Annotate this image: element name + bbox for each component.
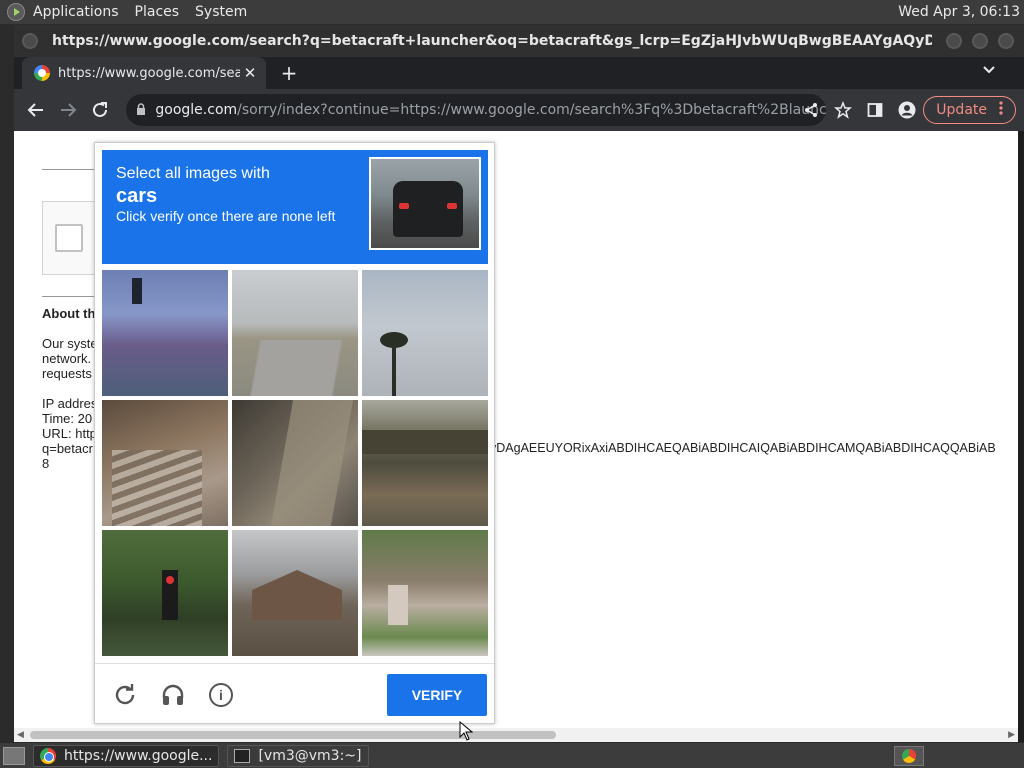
browser-toolbar: google.com/sorry/index?continue=https://… bbox=[14, 89, 1024, 131]
explanation-text: Our syste network. requests bbox=[42, 336, 98, 381]
url-line: URL: http bbox=[42, 426, 97, 441]
recaptcha-checkbox-card bbox=[42, 201, 102, 275]
image-tile-1[interactable] bbox=[102, 270, 228, 396]
recaptcha-checkbox[interactable] bbox=[55, 224, 83, 252]
image-grid bbox=[102, 270, 488, 656]
bookmark-star-icon[interactable] bbox=[827, 94, 859, 126]
address-bar[interactable]: google.com/sorry/index?continue=https://… bbox=[126, 94, 826, 126]
bottom-taskbar: https://www.google... [vm3@vm3:~] bbox=[0, 743, 1024, 768]
info-icon[interactable]: i bbox=[208, 682, 234, 708]
divider bbox=[42, 169, 102, 170]
image-tile-2[interactable] bbox=[232, 270, 358, 396]
tab-google-search[interactable]: https://www.google.com/sear ✕ bbox=[22, 57, 266, 89]
divider bbox=[42, 296, 102, 297]
challenge-header: Select all images with cars Click verify… bbox=[102, 150, 488, 264]
image-tile-9[interactable] bbox=[362, 530, 488, 656]
horizontal-scrollbar[interactable]: ◀ ▶ bbox=[14, 728, 1018, 742]
ip-address-line: IP addres bbox=[42, 396, 98, 411]
image-tile-7[interactable] bbox=[102, 530, 228, 656]
lock-icon[interactable] bbox=[126, 102, 155, 118]
menu-places[interactable]: Places bbox=[135, 4, 180, 20]
show-desktop-icon[interactable] bbox=[3, 746, 25, 765]
recaptcha-challenge: Select all images with cars Click verify… bbox=[94, 142, 495, 724]
workspace-switcher[interactable] bbox=[894, 746, 924, 766]
explanation-line: network. bbox=[42, 351, 92, 366]
url-query-line: q=betacr bbox=[42, 441, 93, 456]
update-label: Update bbox=[936, 102, 987, 118]
forward-arrow-icon[interactable] bbox=[52, 94, 84, 126]
about-heading: About th bbox=[42, 306, 96, 321]
instruction-subtext: Click verify once there are none left bbox=[116, 208, 336, 224]
image-tile-8[interactable] bbox=[232, 530, 358, 656]
share-icon[interactable] bbox=[795, 94, 827, 126]
image-tile-6[interactable] bbox=[362, 400, 488, 526]
window-titlebar: https://www.google.com/search?q=betacraf… bbox=[14, 25, 1024, 57]
window-edge bbox=[1018, 131, 1024, 742]
taskbar-item-terminal[interactable]: [vm3@vm3:~] bbox=[227, 744, 369, 767]
reload-challenge-icon[interactable] bbox=[112, 682, 138, 708]
headphones-audio-icon[interactable] bbox=[160, 682, 186, 708]
page-content: About th Our syste network. requests IP … bbox=[14, 131, 1018, 728]
image-tile-3[interactable] bbox=[362, 270, 488, 396]
chrome-tray-icon bbox=[902, 749, 916, 763]
maximize-button[interactable] bbox=[972, 33, 988, 49]
chrome-icon bbox=[40, 747, 56, 764]
request-details: IP addres Time: 20 URL: http q=betacr 8 bbox=[42, 396, 97, 471]
terminal-icon bbox=[234, 748, 251, 763]
sample-car-image bbox=[369, 157, 481, 250]
close-window-button[interactable] bbox=[998, 33, 1014, 49]
url-path: /sorry/index?continue=https://www.google… bbox=[237, 102, 826, 118]
menu-applications[interactable]: Applications bbox=[33, 4, 119, 20]
close-tab-icon[interactable]: ✕ bbox=[240, 64, 260, 82]
url-host: google.com bbox=[155, 102, 238, 118]
url-tail-line: 8 bbox=[42, 456, 50, 471]
tab-strip: https://www.google.com/sear ✕ + bbox=[14, 57, 1024, 89]
image-tile-5[interactable] bbox=[232, 400, 358, 526]
window-title: https://www.google.com/search?q=betacraf… bbox=[52, 33, 932, 49]
new-tab-button[interactable]: + bbox=[276, 60, 302, 86]
window-menu-button[interactable] bbox=[22, 33, 38, 49]
time-line: Time: 20 bbox=[42, 411, 93, 426]
taskbar-item-label: https://www.google... bbox=[64, 747, 213, 764]
explanation-line: Our syste bbox=[42, 336, 98, 351]
scroll-left-icon[interactable]: ◀ bbox=[17, 730, 24, 740]
minimize-button[interactable] bbox=[946, 33, 962, 49]
taskbar-item-chrome[interactable]: https://www.google... bbox=[33, 744, 220, 767]
top-panel: Applications Places System Wed Apr 3, 06… bbox=[0, 0, 1024, 24]
scroll-right-icon[interactable]: ▶ bbox=[1008, 730, 1015, 740]
explanation-line: requests bbox=[42, 366, 92, 381]
more-vert-icon bbox=[999, 101, 1003, 119]
profile-avatar-icon[interactable] bbox=[891, 94, 923, 126]
target-object-text: cars bbox=[116, 185, 158, 207]
tab-search-chevron-icon[interactable] bbox=[982, 63, 996, 79]
reload-icon[interactable] bbox=[84, 94, 116, 126]
image-tile-4[interactable] bbox=[102, 400, 228, 526]
distro-logo-icon[interactable] bbox=[7, 3, 25, 21]
clock[interactable]: Wed Apr 3, 06:13 bbox=[898, 4, 1020, 20]
google-favicon-icon bbox=[34, 65, 50, 81]
instruction-text: Select all images with bbox=[116, 165, 270, 182]
update-button[interactable]: Update bbox=[923, 96, 1016, 124]
scrollbar-thumb[interactable] bbox=[30, 731, 556, 739]
back-arrow-icon[interactable] bbox=[20, 94, 52, 126]
long-url-text: yDAgAEEUYORixAxiABDIHCAEQABiABDIHCAIQABi… bbox=[490, 441, 996, 455]
menu-system[interactable]: System bbox=[195, 4, 247, 20]
verify-button[interactable]: VERIFY bbox=[387, 674, 487, 716]
taskbar-item-label: [vm3@vm3:~] bbox=[258, 747, 362, 764]
side-panel-icon[interactable] bbox=[859, 94, 891, 126]
tab-title: https://www.google.com/sear bbox=[58, 65, 240, 81]
challenge-footer: i VERIFY bbox=[95, 663, 494, 723]
